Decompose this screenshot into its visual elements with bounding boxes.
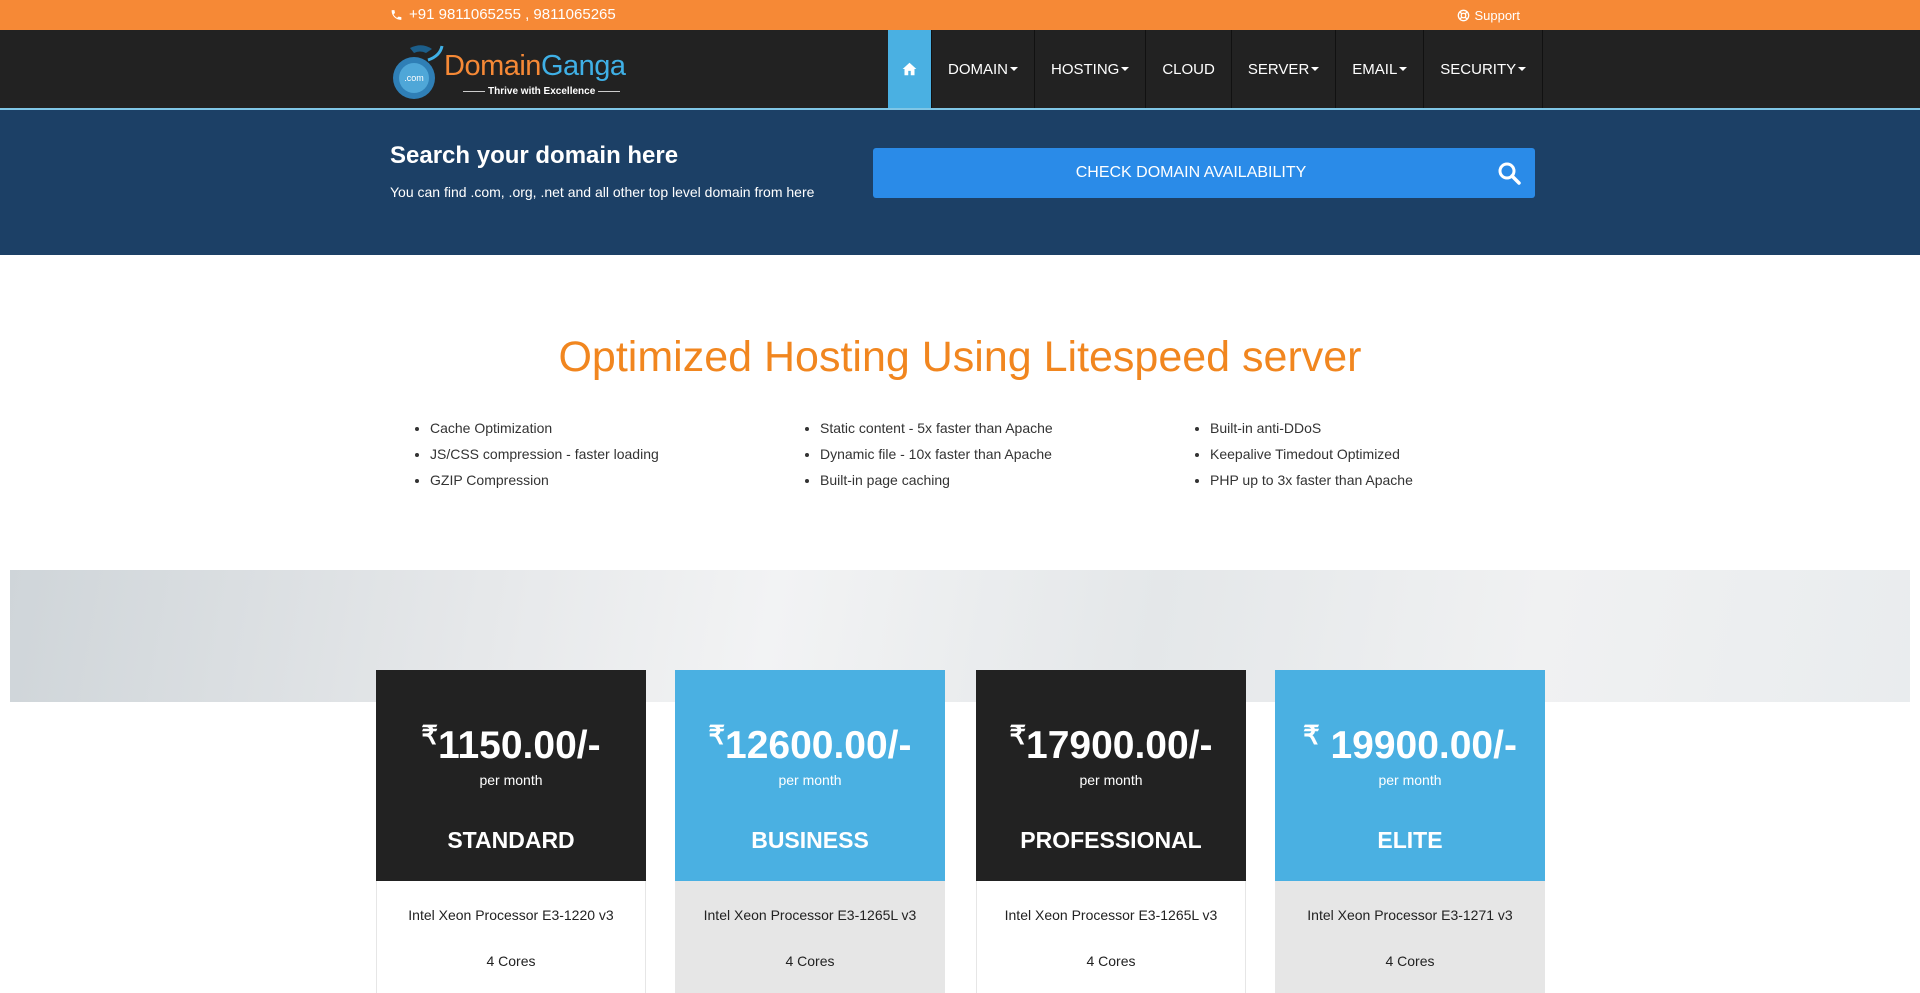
caret-down-icon: [1518, 67, 1527, 71]
plan-header: ₹ 19900.00/- per month ELITE: [1275, 670, 1545, 881]
phone-icon: [390, 8, 403, 22]
caret-down-icon: [1311, 67, 1320, 71]
plan-details: Intel Xeon Processor E3-1271 v3 4 Cores: [1275, 881, 1545, 993]
plan-processor: Intel Xeon Processor E3-1265L v3: [1004, 907, 1218, 923]
caret-down-icon: [1121, 67, 1130, 71]
support-link[interactable]: Support: [1457, 8, 1520, 23]
plan-price: ₹1150.00/-: [421, 720, 601, 767]
feature-item: Dynamic file - 10x faster than Apache: [820, 441, 1053, 467]
plan-card-business[interactable]: ₹12600.00/- per month BUSINESS Intel Xeo…: [675, 670, 945, 993]
plan-period: per month: [479, 772, 543, 788]
rupee-icon: ₹: [1009, 720, 1027, 750]
plan-processor: Intel Xeon Processor E3-1271 v3: [1307, 907, 1513, 923]
plan-card-elite[interactable]: ₹ 19900.00/- per month ELITE Intel Xeon …: [1275, 670, 1545, 993]
nav-domain[interactable]: DOMAIN: [932, 30, 1035, 108]
support-label: Support: [1474, 8, 1520, 23]
plan-processor: Intel Xeon Processor E3-1220 v3: [408, 907, 614, 923]
features-column-3: Built-in anti-DDoS Keepalive Timedout Op…: [1193, 415, 1413, 493]
nav-home[interactable]: [888, 30, 932, 108]
nav-hosting[interactable]: HOSTING: [1035, 30, 1147, 108]
rupee-icon: ₹: [421, 720, 438, 750]
plan-period: per month: [778, 772, 842, 788]
nav-cloud[interactable]: CLOUD: [1146, 30, 1232, 108]
lifebuoy-icon: [1457, 9, 1470, 22]
plan-name: STANDARD: [447, 827, 575, 853]
rupee-icon: ₹: [708, 720, 726, 750]
plan-price: ₹ 19900.00/-: [1303, 720, 1517, 767]
search-subtitle: You can find .com, .org, .net and all ot…: [390, 184, 815, 200]
nav-server[interactable]: SERVER: [1232, 30, 1337, 108]
plan-cores: 4 Cores: [785, 953, 835, 969]
plan-header: ₹17900.00/- per month PROFESSIONAL: [976, 670, 1246, 881]
caret-down-icon: [1399, 67, 1408, 71]
nav-email[interactable]: EMAIL: [1336, 30, 1425, 108]
feature-item: Cache Optimization: [430, 415, 659, 441]
contact-phone: +91 9811065255 , 9811065265: [390, 6, 616, 23]
plan-details: Intel Xeon Processor E3-1220 v3 4 Cores: [376, 881, 646, 993]
plan-card-professional[interactable]: ₹17900.00/- per month PROFESSIONAL Intel…: [976, 670, 1246, 993]
plan-name: BUSINESS: [751, 827, 869, 853]
feature-item: Built-in anti-DDoS: [1210, 415, 1413, 441]
feature-item: GZIP Compression: [430, 467, 659, 493]
plan-header: ₹1150.00/- per month STANDARD: [376, 670, 646, 881]
section-heading: Optimized Hosting Using Litespeed server: [558, 333, 1362, 381]
rupee-icon: ₹: [1303, 720, 1320, 750]
phone-numbers: +91 9811065255 , 9811065265: [409, 6, 616, 23]
jug-logo-icon: .com: [393, 45, 444, 99]
feature-item: PHP up to 3x faster than Apache: [1210, 467, 1413, 493]
plan-processor: Intel Xeon Processor E3-1265L v3: [703, 907, 917, 923]
plan-price: ₹17900.00/-: [1009, 720, 1213, 767]
search-title: Search your domain here: [390, 142, 679, 169]
plan-price: ₹12600.00/-: [708, 720, 912, 767]
pricing-banner-background: [10, 570, 1910, 702]
feature-item: Static content - 5x faster than Apache: [820, 415, 1053, 441]
plan-details: Intel Xeon Processor E3-1265L v3 4 Cores: [675, 881, 945, 993]
main-navbar: .com DomainGanga Thrive with Excellence …: [0, 30, 1920, 110]
feature-item: JS/CSS compression - faster loading: [430, 441, 659, 467]
plan-header: ₹12600.00/- per month BUSINESS: [675, 670, 945, 881]
check-domain-button[interactable]: CHECK DOMAIN AVAILABILITY: [873, 148, 1535, 198]
svg-text:.com: .com: [404, 73, 424, 83]
site-logo[interactable]: .com DomainGanga Thrive with Excellence: [388, 40, 628, 102]
plan-card-standard[interactable]: ₹1150.00/- per month STANDARD Intel Xeon…: [376, 670, 646, 993]
domain-search-section: Search your domain here You can find .co…: [0, 110, 1920, 255]
check-domain-label: CHECK DOMAIN AVAILABILITY: [1075, 164, 1307, 181]
caret-down-icon: [1010, 67, 1018, 71]
features-column-1: Cache Optimization JS/CSS compression - …: [413, 415, 659, 493]
feature-item: Keepalive Timedout Optimized: [1210, 441, 1413, 467]
brand-tagline: Thrive with Excellence: [460, 86, 623, 97]
home-icon: [902, 62, 917, 76]
nav-menu: DOMAIN HOSTING CLOUD SERVER EMAIL SECURI…: [888, 30, 1544, 108]
plan-period: per month: [1079, 772, 1143, 788]
nav-security[interactable]: SECURITY: [1424, 30, 1544, 108]
features-column-2: Static content - 5x faster than Apache D…: [803, 415, 1053, 493]
plan-period: per month: [1378, 772, 1442, 788]
plan-cores: 4 Cores: [486, 953, 536, 969]
feature-item: Built-in page caching: [820, 467, 1053, 493]
plan-name: PROFESSIONAL: [1020, 827, 1202, 853]
brand-name: DomainGanga: [444, 50, 626, 82]
plan-details: Intel Xeon Processor E3-1265L v3 4 Cores: [976, 881, 1246, 993]
search-icon: [1497, 161, 1521, 190]
plan-cores: 4 Cores: [1385, 953, 1435, 969]
top-bar: +91 9811065255 , 9811065265 Support: [0, 0, 1920, 30]
plan-name: ELITE: [1377, 827, 1443, 853]
plan-cores: 4 Cores: [1086, 953, 1136, 969]
